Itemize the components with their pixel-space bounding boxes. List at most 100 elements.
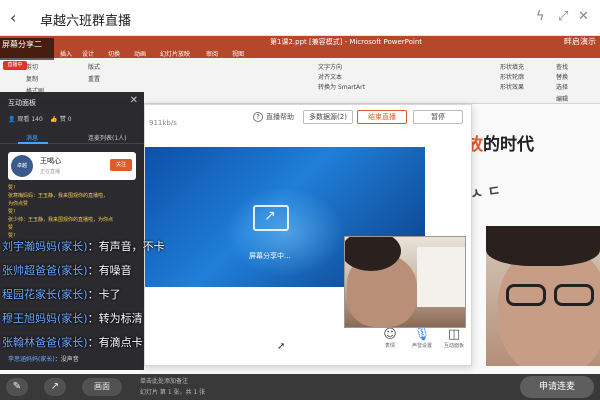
help-icon: ? (253, 112, 263, 122)
desktop-glow (225, 187, 345, 277)
mouse-cursor-icon: ➚ (277, 341, 286, 352)
comment-item: 张翰林爸爸(家长)：有滴点卡 (2, 334, 143, 350)
feed-line: 张寒梅妈妈：王玉静，我来围观你的直播啦， (8, 193, 109, 199)
back-chevron-icon[interactable]: ‹ (10, 8, 16, 27)
comment-text: ：没声音 (54, 356, 79, 363)
glasses-right (554, 284, 594, 306)
tab-animation[interactable]: 动画 (134, 49, 146, 58)
ppt-window-title: 第1课2.ppt [兼容模式] - Microsoft PowerPoint (270, 38, 423, 46)
comment-author: 穆王旭妈妈(家长) (2, 312, 88, 325)
interaction-panel-button[interactable]: ◫ 互动面板 (437, 327, 471, 349)
webcam-window-bg (417, 247, 465, 307)
ribbon-shape-outline[interactable]: 形状轮廓 (500, 72, 524, 81)
feed-line: 为你点赞 (8, 201, 29, 207)
viewers-icon: 👤 (8, 116, 16, 123)
picture-button[interactable]: 画面 (82, 378, 122, 396)
panel-title: 互动面板 (8, 99, 36, 107)
glasses-left (506, 284, 546, 306)
host-status: 正在直播 (40, 169, 61, 175)
active-tab-indicator (18, 142, 48, 144)
ribbon-text-direction[interactable]: 文字方向 (318, 62, 342, 71)
tab-view[interactable]: 视图 (232, 49, 244, 58)
ribbon-cut[interactable]: 剪切 (26, 62, 38, 71)
expand-icon[interactable]: ⤢ (558, 9, 568, 24)
ribbon-replace[interactable]: 替换 (556, 72, 568, 81)
share-icon[interactable]: ↗ (44, 378, 66, 396)
ribbon-shape-fill[interactable]: 形状填充 (500, 62, 524, 71)
sound-settings-button[interactable]: 🎙 声音设置 (405, 327, 439, 349)
comment-author: 李思涵妈妈(家长) (8, 356, 55, 363)
webcam-large-hair (486, 226, 600, 266)
comment-item: 张帅超爸爸(家长)：有噪音 (2, 262, 132, 278)
host-card: 卓越 王喝心 正在直播 关注 (8, 152, 136, 180)
lightning-icon[interactable]: ϟ (536, 9, 545, 24)
slide-page-info: 幻灯片 第 1 张，共 1 张 (140, 389, 206, 396)
comment-author: 张帅超爸爸(家长) (2, 264, 88, 277)
feed-line: 赞！ (8, 185, 19, 191)
title-bar: ‹ 卓越六班群直播 ϟ ⤢ ✕ (0, 0, 600, 36)
tab-messages[interactable]: 消息 (26, 133, 38, 142)
interaction-panel: 互动面板 ✕ 👤 观看 140 👍 赞 0 消息 连麦列表(1人) 卓越 王喝心… (0, 92, 144, 370)
emoji-icon: ☺ (383, 327, 397, 342)
ribbon-copy[interactable]: 复制 (26, 74, 38, 83)
help-button[interactable]: ? 直播帮助 (253, 112, 294, 122)
pause-button[interactable]: 暂停 (413, 110, 463, 124)
chat-bubble-icon[interactable]: ✎ (6, 378, 28, 396)
bitrate-text: 911kb/s (149, 119, 177, 127)
comment-item-small: 李思涵妈妈(家长)：没声音 (8, 354, 79, 363)
tab-mic-list[interactable]: 连麦列表(1人) (88, 133, 127, 142)
ribbon-layout[interactable]: 版式 (88, 62, 100, 71)
tab-slideshow[interactable]: 幻灯片放映 (160, 49, 190, 58)
host-name: 王喝心 (40, 157, 61, 165)
comment-text: ：有滴点卡 (87, 336, 143, 349)
live-app: ‹ 卓越六班群直播 ϟ ⤢ ✕ 第1课2.ppt [兼容模式] - Micros… (0, 0, 600, 400)
host-avatar: 卓越 (11, 155, 33, 177)
message-feed: 赞！ 张寒梅妈妈：王玉静，我来围观你的直播啦， 为你点赞 赞！ 张少帅：王玉静，… (8, 184, 140, 240)
apply-mic-button[interactable]: 申请连麦 (520, 376, 594, 398)
stream-label-text: 屏幕分享二 (2, 40, 42, 49)
help-label: 直播帮助 (266, 113, 294, 121)
ribbon-select[interactable]: 选择 (556, 82, 568, 91)
tab-review[interactable]: 审阅 (206, 49, 218, 58)
follow-button[interactable]: 关注 (110, 159, 132, 171)
webcam-small[interactable] (344, 236, 466, 328)
comment-item: 程园花家长(家长)：卡了 (2, 286, 121, 302)
bottom-bar: 单击此处添加备注 幻灯片 第 1 张，共 1 张 ✎ ↗ 画面 申请连麦 (0, 374, 600, 400)
comment-text: ：转为标清 (87, 312, 143, 325)
panel-tabs: 消息 连麦列表(1人) (0, 130, 144, 144)
close-icon[interactable]: ✕ (578, 9, 589, 24)
sound-settings-label: 声音设置 (411, 343, 432, 349)
ribbon-align-text[interactable]: 对齐文本 (318, 72, 342, 81)
live-badge: 直播中 (3, 61, 27, 70)
emoji-button[interactable]: ☺ 表情 (373, 327, 407, 349)
multi-source-button[interactable]: 多数据源(2) (303, 110, 353, 124)
microphone-icon: 🎙 (413, 327, 431, 342)
viewers-count: 观看 140 (17, 116, 43, 123)
ribbon-convert-smartart[interactable]: 转换为 SmartArt (318, 82, 365, 91)
tab-transition[interactable]: 切换 (108, 49, 120, 58)
webcam-large[interactable] (486, 226, 600, 366)
stream-label: 屏幕分享二 (0, 38, 54, 60)
emoji-label: 表情 (384, 343, 395, 349)
page-title: 卓越六班群直播 (40, 14, 132, 29)
tab-design[interactable]: 设计 (82, 49, 94, 58)
ppt-right-label: 畔启演示 (564, 37, 596, 46)
ribbon-find[interactable]: 查找 (556, 62, 568, 71)
ppt-ribbon-tabs: 插入 设计 切换 动画 幻灯片放映 审阅 视图 (0, 48, 600, 58)
sharing-status: 屏幕分享中... (249, 252, 291, 260)
comment-author: 程园花家长(家长) (2, 288, 88, 301)
end-live-button[interactable]: 结束直播 (357, 110, 407, 124)
tab-insert[interactable]: 插入 (60, 49, 72, 58)
slide-title-text: 放的时代 (466, 130, 534, 155)
panel-close-icon[interactable]: ✕ (130, 95, 138, 106)
ribbon-reset[interactable]: 重置 (88, 74, 100, 83)
ribbon-shape-effect[interactable]: 形状效果 (500, 82, 524, 91)
feed-line: 赞 (8, 225, 14, 231)
interaction-panel-label: 互动面板 (443, 343, 464, 349)
feed-line: 赞！ (8, 209, 19, 215)
slide-title-dark: 的时代 (483, 135, 534, 155)
chat-icon: ◫ (447, 327, 461, 342)
like-icon: 👍 (50, 116, 58, 123)
slide-notes-hint: 单击此处添加备注 (140, 378, 189, 385)
comment-author: 刘宇瀚妈妈(家长) (2, 240, 88, 253)
